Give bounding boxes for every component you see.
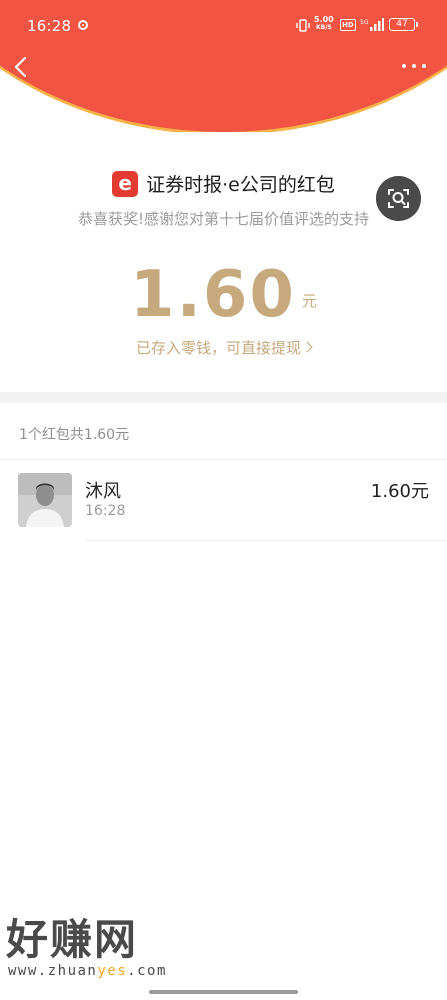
battery-icon: 47 xyxy=(389,18,418,31)
amount-unit: 元 xyxy=(301,292,317,310)
watermark-url-highlight: yes xyxy=(97,963,128,979)
avatar xyxy=(18,473,72,527)
e-company-logo-icon xyxy=(112,170,139,197)
chevron-right-icon xyxy=(301,341,313,353)
saved-note: 已存入零钱，可直接提现 xyxy=(135,339,301,357)
saved-to-wallet-link[interactable]: 已存入零钱，可直接提现 xyxy=(0,337,447,358)
watermark-title: 好赚网 xyxy=(6,915,139,964)
home-indicator[interactable] xyxy=(149,990,298,994)
signal-label: 5G xyxy=(360,19,369,26)
network-speed: 5.00 KB/S xyxy=(314,16,334,32)
watermark: 好赚网 www.zhuanyes.com xyxy=(6,915,167,980)
signal-icon: 5G xyxy=(360,18,384,31)
received-amount: 1.60元 xyxy=(370,481,429,502)
hd-icon: HD xyxy=(340,19,356,31)
back-button[interactable] xyxy=(10,55,32,79)
network-speed-unit: KB/S xyxy=(316,24,332,31)
received-time: 16:28 xyxy=(85,503,126,519)
sender-name: 证券时报·e公司的红包 xyxy=(146,174,335,196)
notification-dot-icon xyxy=(78,20,88,30)
watermark-url: www.zhuanyes.com xyxy=(8,963,167,979)
watermark-url-prefix: www.zhuan xyxy=(8,963,98,979)
recipient-row[interactable]: 沐风 16:28 1.60元 xyxy=(0,461,447,541)
packet-summary: 1个红包共1.60元 xyxy=(19,427,130,443)
network-speed-value: 5.00 xyxy=(314,15,334,24)
more-dot xyxy=(412,64,416,68)
divider xyxy=(85,540,447,541)
red-packet-header: 16:28 5.00 KB/S HD 5G 47 xyxy=(0,0,447,132)
amount-display: 1.60 元 xyxy=(0,258,447,332)
vibrate-icon xyxy=(296,19,310,32)
watermark-url-suffix: .com xyxy=(127,963,167,979)
section-divider xyxy=(0,392,447,403)
more-dot xyxy=(422,64,426,68)
amount-value: 1.60 xyxy=(130,258,296,332)
more-dot xyxy=(402,64,406,68)
divider xyxy=(0,459,447,460)
more-button[interactable] xyxy=(402,60,428,72)
recipient-name: 沐风 xyxy=(85,481,121,502)
status-time: 16:28 xyxy=(27,17,72,35)
scan-button[interactable] xyxy=(376,176,421,221)
status-bar: 16:28 5.00 KB/S HD 5G 47 xyxy=(0,0,447,50)
